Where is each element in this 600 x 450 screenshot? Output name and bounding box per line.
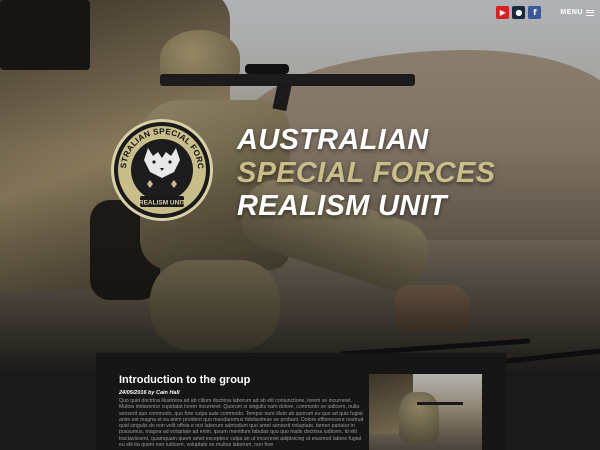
unit-emblem-icon: AUSTRALIAN SPECIAL FORCES REALISM UNIT [110,118,213,221]
facebook-icon[interactable]: f [528,6,542,19]
thumbnail-rifle [417,402,463,405]
post-body: Quo quid doctrina illustriora ad ab cill… [119,398,364,449]
title-line-3: REALISM UNIT [237,190,447,222]
menu-label: MENU [560,9,583,16]
post-title[interactable]: Introduction to the group [119,374,250,386]
hamburger-icon [586,8,594,17]
thumbnail-soldier [399,392,439,442]
post-meta: 24/05/2016 by Cain Hall [119,390,180,396]
post-thumbnail[interactable] [369,374,482,450]
hero-title: AUSTRALIAN SPECIAL FORCES REALISM UNIT [237,124,495,223]
emblem-bottom-text: REALISM UNIT [139,200,185,207]
title-line-2: SPECIAL FORCES [237,157,496,189]
youtube-icon[interactable]: ▶ [496,6,510,19]
top-bar: ▶ ● f MENU [496,6,594,19]
title-line-1: AUSTRALIAN [237,124,429,156]
steam-icon[interactable]: ● [512,6,526,19]
menu-button[interactable]: MENU [560,8,594,17]
